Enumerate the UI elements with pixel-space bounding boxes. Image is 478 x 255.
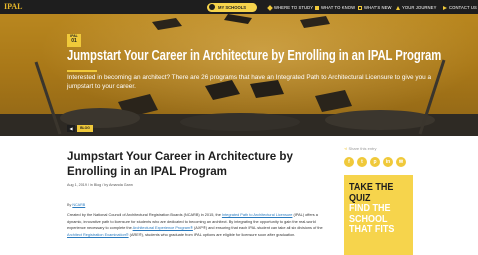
nav-label: YOUR JOURNEY — [402, 5, 437, 10]
ncarb-link[interactable]: NCARB — [72, 203, 85, 207]
calendar-icon — [358, 5, 362, 10]
nav-label: CONTACT US — [449, 5, 477, 10]
ipal-link[interactable]: Integrated Path to Architectural Licensu… — [222, 213, 293, 217]
share-text: Share this entry — [348, 146, 377, 151]
share-label: ⋖ Share this entry — [344, 146, 377, 151]
take-the-quiz-banner[interactable]: TAKE THE QUIZ FIND THE SCHOOL THAT FITS — [344, 175, 413, 255]
hero-title: Jumpstart Your Career in Architecture by… — [67, 48, 442, 64]
pencil-icon — [267, 5, 273, 11]
send-icon — [443, 5, 447, 10]
title-underline — [67, 70, 97, 72]
hero-banner: IPAL 01 Jumpstart Your Career in Archite… — [0, 14, 478, 136]
article-byline: By NCARB — [67, 203, 85, 207]
quiz-heading: TAKE THE QUIZ — [349, 182, 394, 204]
quiz-subheading: FIND THE SCHOOL THAT FITS — [349, 203, 395, 235]
body-text: Created by the National Council of Archi… — [67, 213, 222, 217]
nav-label: WHAT'S NEW — [364, 5, 392, 10]
facebook-icon[interactable]: f — [344, 157, 354, 167]
are-link[interactable]: Architect Registration Examination® — [67, 233, 129, 237]
nav-label: WHERE TO STUDY — [274, 5, 314, 10]
nav-contact-us[interactable]: CONTACT US — [443, 3, 477, 12]
hero-description: Interested in becoming an architect? The… — [67, 74, 432, 90]
email-icon[interactable]: ✉ — [396, 157, 406, 167]
nav-label: WHAT TO KNOW — [321, 5, 356, 10]
axp-link[interactable]: Architectural Experience Program® — [133, 226, 193, 230]
ipal-logo[interactable]: IPAL — [4, 2, 23, 12]
article-body: Created by the National Council of Archi… — [67, 212, 329, 239]
my-schools-button[interactable]: MY SCHOOLS — [207, 2, 257, 12]
category-badge: IPAL 01 — [67, 34, 81, 47]
pinterest-icon[interactable]: p — [370, 157, 380, 167]
twitter-icon[interactable]: t — [357, 157, 367, 167]
my-schools-label: MY SCHOOLS — [218, 4, 247, 10]
book-icon — [315, 5, 319, 10]
blog-button[interactable]: BLOG — [77, 125, 93, 132]
article-title: Jumpstart Your Career in Architecture by… — [67, 150, 293, 178]
nav-where-to-study[interactable]: WHERE TO STUDY — [267, 3, 314, 12]
top-navigation: IPAL MY SCHOOLS WHERE TO STUDY WHAT TO K… — [0, 0, 478, 14]
share-icon: ⋖ — [344, 146, 348, 151]
article-meta: Aug 1, 2019 / in Blog / by Amanda Gann — [67, 183, 133, 187]
badge-number: 01 — [71, 38, 77, 44]
nav-what-to-know[interactable]: WHAT TO KNOW — [315, 3, 355, 12]
nav-whats-new[interactable]: WHAT'S NEW — [358, 3, 392, 12]
linkedin-icon[interactable]: in — [383, 157, 393, 167]
body-text: (ARE®), students who graduate from IPAL … — [128, 233, 296, 238]
school-icon — [209, 4, 215, 10]
mountain-icon — [396, 5, 400, 10]
nav-your-journey[interactable]: YOUR JOURNEY — [396, 3, 436, 12]
previous-button[interactable]: ◀ — [67, 125, 75, 132]
body-text: (AXP®) and ensuring that each IPAL stude… — [192, 226, 323, 231]
